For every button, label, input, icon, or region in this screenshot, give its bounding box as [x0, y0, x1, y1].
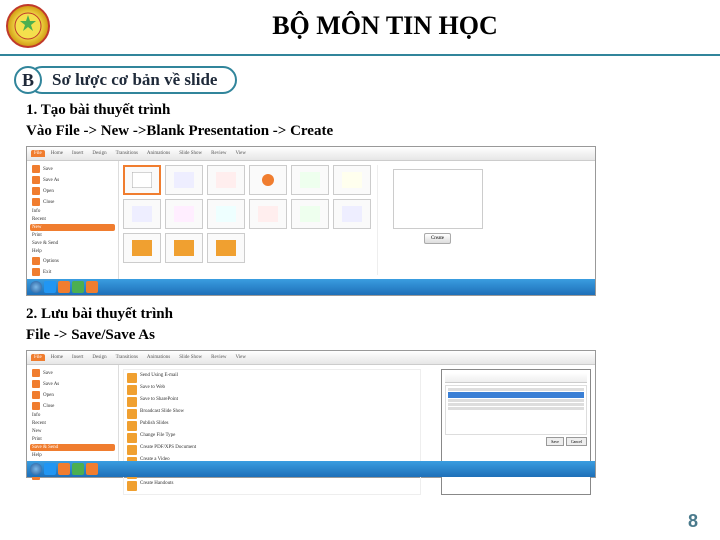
sidebar-new: New	[30, 224, 115, 231]
preview-thumbnail	[393, 169, 483, 229]
header: BỘ MÔN TIN HỌC	[0, 0, 720, 52]
preview-pane: Create	[377, 165, 497, 275]
sidebar-save-send: Save & Send	[30, 444, 115, 451]
tab-file: File	[31, 150, 45, 157]
template-grid	[123, 165, 371, 275]
selected-file-row	[448, 392, 584, 398]
ribbon-tabs: File Home Insert Design Transitions Anim…	[27, 147, 595, 161]
step-2-path: File -> Save/Save As	[26, 325, 720, 346]
ribbon-tabs-2: File Home Insert Design Transitions Anim…	[27, 351, 595, 365]
start-button-icon	[30, 463, 42, 475]
section-badge: B	[14, 66, 42, 94]
step-1-heading: 1. Tạo bài thuyết trình	[26, 100, 720, 121]
dialog-cancel-button: Cancel	[566, 437, 587, 446]
section-title: Sơ lược cơ bản về slide	[28, 66, 237, 94]
backstage-sidebar-2: Save Save As Open Close Info Recent New …	[27, 365, 119, 461]
create-button: Create	[424, 233, 451, 244]
taskbar	[27, 279, 595, 295]
backstage-sidebar: Save Save As Open Close Info Recent New …	[27, 161, 119, 279]
step-2-heading: 2. Lưu bài thuyết trình	[26, 304, 720, 325]
page-title: BỘ MÔN TIN HỌC	[272, 11, 498, 41]
step-1-path: Vào File -> New ->Blank Presentation -> …	[26, 121, 720, 142]
taskbar-2	[27, 461, 595, 477]
blank-presentation-template	[123, 165, 161, 195]
step-2: 2. Lưu bài thuyết trình File -> Save/Sav…	[26, 304, 720, 346]
step-1: 1. Tạo bài thuyết trình Vào File -> New …	[26, 100, 720, 142]
start-button-icon	[30, 281, 42, 293]
dialog-save-button: Save	[546, 437, 564, 446]
header-divider	[0, 54, 720, 56]
school-logo	[6, 4, 50, 48]
section-header: B Sơ lược cơ bản về slide	[14, 66, 720, 94]
page-number: 8	[688, 511, 698, 532]
screenshot-save-as: File Home Insert Design Transitions Anim…	[26, 350, 596, 478]
screenshot-new-presentation: File Home Insert Design Transitions Anim…	[26, 146, 596, 296]
